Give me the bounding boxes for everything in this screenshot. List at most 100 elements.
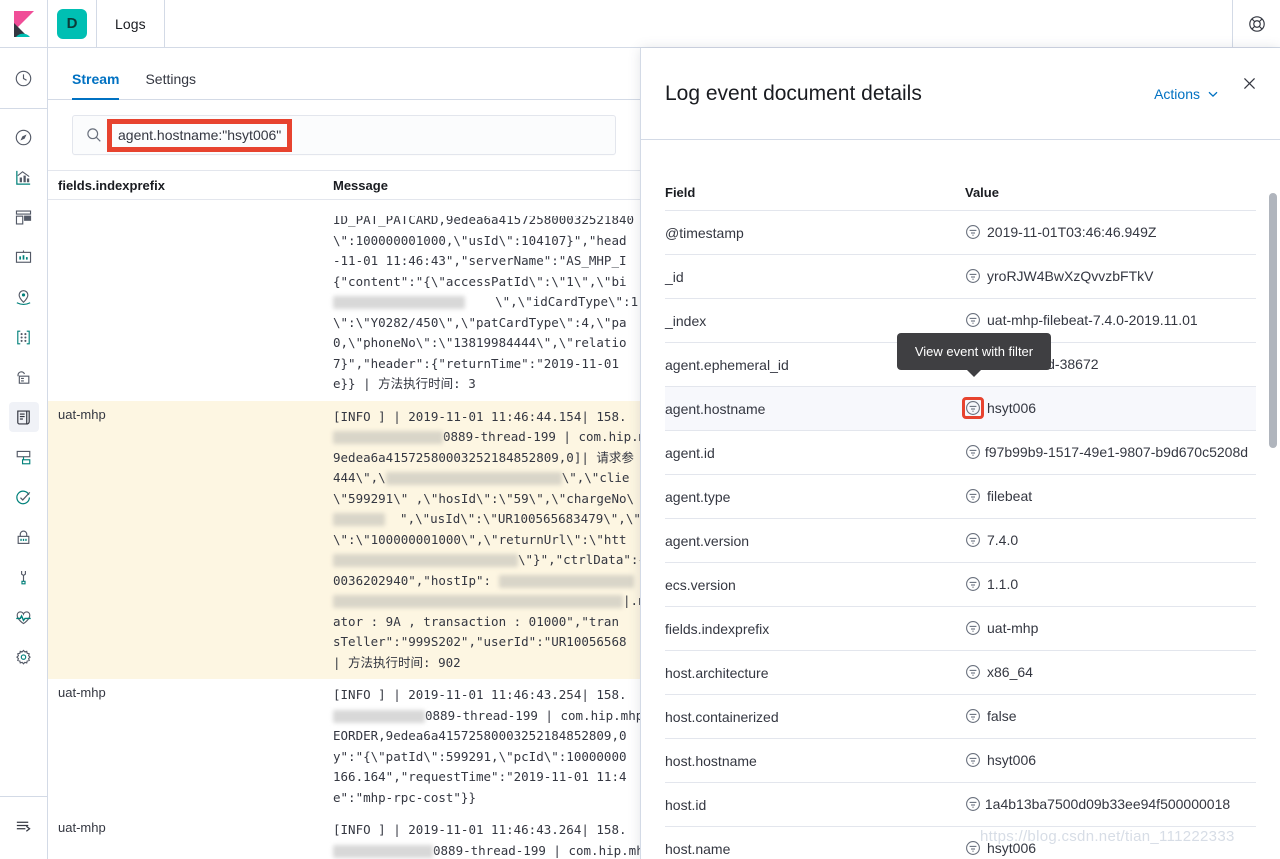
table-row[interactable]: host.containerized false xyxy=(665,694,1256,739)
chevron-down-icon xyxy=(1206,87,1220,101)
sidebar-item-monitoring[interactable] xyxy=(0,597,48,637)
log-entry-row[interactable]: ID_PAT_PATCARD,9edea6a415725800032521840… xyxy=(48,216,640,401)
view-event-with-filter-icon[interactable] xyxy=(965,224,981,240)
view-event-with-filter-icon[interactable] xyxy=(965,796,981,812)
sidebar-item-management[interactable] xyxy=(0,637,48,677)
table-row[interactable]: agent.hostname hsyt006 xyxy=(665,386,1256,431)
tab-stream[interactable]: Stream xyxy=(72,71,120,100)
field-name: host.architecture xyxy=(665,650,965,695)
view-event-with-filter-icon[interactable] xyxy=(965,620,981,636)
redacted-block xyxy=(385,472,562,485)
search-row: agent.hostname:"hsyt006" xyxy=(48,100,640,170)
field-value: false xyxy=(987,708,1017,724)
table-row[interactable]: host.architecture x86_64 xyxy=(665,650,1256,695)
search-query-value[interactable]: agent.hostname:"hsyt006" xyxy=(106,118,293,152)
app-title-breadcrumb[interactable]: Logs xyxy=(97,0,165,48)
compass-icon xyxy=(9,122,39,152)
sidebar-item-canvas[interactable] xyxy=(0,237,48,277)
table-row[interactable]: host.id 1a4b13ba7500d09b33ee94f500000018 xyxy=(665,782,1256,827)
field-name: host.name xyxy=(665,826,965,859)
space-avatar-button[interactable]: D xyxy=(48,0,97,48)
log-entries-list[interactable]: ID_PAT_PATCARD,9edea6a415725800032521840… xyxy=(48,216,640,859)
log-entry-message: [INFO ] | 2019-11-01 11:46:44.154| 158. … xyxy=(333,408,640,670)
sidebar-item-visualize[interactable] xyxy=(0,157,48,197)
close-icon xyxy=(1242,76,1257,91)
kibana-home-link[interactable] xyxy=(0,0,48,48)
log-entry-indexprefix: uat-mhp xyxy=(58,685,106,700)
value-with-filter: uat-mhp xyxy=(965,618,1256,639)
field-value-cell: 1.1.0 xyxy=(965,562,1256,607)
sidebar-item-apm[interactable] xyxy=(0,437,48,477)
table-row[interactable]: _id yroRJW4BwXzQvvzbFTkV xyxy=(665,254,1256,299)
table-row[interactable]: host.hostname hsyt006 xyxy=(665,738,1256,783)
table-row[interactable]: agent.version 7.4.0 xyxy=(665,518,1256,563)
sidebar-item-siem[interactable] xyxy=(0,517,48,557)
sidebar-item-discover[interactable] xyxy=(0,117,48,157)
table-row[interactable]: agent.type filebeat xyxy=(665,474,1256,519)
view-event-with-filter-icon[interactable] xyxy=(965,840,981,856)
view-event-with-filter-icon[interactable] xyxy=(965,312,981,328)
table-row[interactable]: agent.id f97b99b9-1517-49e1-9807-b9d670c… xyxy=(665,430,1256,475)
sidebar-item-maps[interactable] xyxy=(0,277,48,317)
sidebar-item-logs[interactable] xyxy=(0,397,48,437)
close-button[interactable] xyxy=(1238,72,1260,94)
collapse-nav-button[interactable] xyxy=(0,805,48,845)
dashboard-icon xyxy=(9,202,39,232)
field-value: x86_64 xyxy=(987,664,1033,680)
document-fields-table: Field Value @timestamp 2019-11-01T03:46:… xyxy=(665,141,1256,859)
fields-scroll-area[interactable]: Field Value @timestamp 2019-11-01T03:46:… xyxy=(641,141,1280,859)
field-value: hsyt006 xyxy=(987,400,1037,416)
redacted-block xyxy=(498,574,634,588)
view-event-with-filter-icon[interactable] xyxy=(965,576,981,592)
lock-icon xyxy=(9,522,39,552)
sidebar-item-dev-tools[interactable] xyxy=(0,557,48,597)
table-row[interactable]: fields.indexprefix uat-mhp xyxy=(665,606,1256,651)
page-title: Logs xyxy=(115,15,146,32)
table-row[interactable]: @timestamp 2019-11-01T03:46:46.949Z xyxy=(665,210,1256,255)
sidebar-item-dashboard[interactable] xyxy=(0,197,48,237)
field-value-cell: hsyt006 xyxy=(962,386,1256,431)
value-with-filter: hsyt006 xyxy=(962,397,1256,419)
flyout-scrollbar-thumb[interactable] xyxy=(1269,193,1277,448)
tab-settings[interactable]: Settings xyxy=(145,71,196,99)
field-value: 2019-11-01T03:46:46.949Z xyxy=(987,224,1157,240)
actions-label: Actions xyxy=(1154,85,1200,102)
view-event-with-filter-icon[interactable] xyxy=(965,488,981,504)
table-row[interactable]: ecs.version 1.1.0 xyxy=(665,562,1256,607)
column-header-indexprefix[interactable]: fields.indexprefix xyxy=(48,178,318,193)
search-input[interactable]: agent.hostname:"hsyt006" xyxy=(72,115,616,155)
redacted-block xyxy=(333,595,623,608)
log-entry-row[interactable]: uat-mhp [INFO ] | 2019-11-01 11:46:43.26… xyxy=(48,814,640,859)
sidebar-item-infrastructure[interactable] xyxy=(0,357,48,397)
view-event-with-filter-icon[interactable] xyxy=(965,708,981,724)
field-value: 7.4.0 xyxy=(987,532,1019,548)
field-value-cell: 2019-11-01T03:46:46.949Z xyxy=(965,210,1256,255)
field-value: 1.1.0 xyxy=(987,576,1019,592)
clock-icon xyxy=(9,63,39,93)
sidebar-item-recently-viewed[interactable] xyxy=(0,58,48,98)
log-entry-row[interactable]: uat-mhp [INFO ] | 2019-11-01 11:46:43.25… xyxy=(48,679,640,814)
view-event-with-filter-icon[interactable] xyxy=(965,444,981,460)
column-header-message[interactable]: Message xyxy=(318,178,640,193)
log-entry-row[interactable]: uat-mhp [INFO ] | 2019-11-01 11:46:44.15… xyxy=(48,400,640,679)
field-name: host.containerized xyxy=(665,694,965,739)
help-menu-button[interactable] xyxy=(1232,0,1280,48)
kibana-logo-icon xyxy=(12,10,36,37)
value-with-filter: x86_64 xyxy=(965,662,1256,683)
view-event-with-filter-icon[interactable] xyxy=(965,664,981,680)
log-entry-message: [INFO ] | 2019-11-01 11:46:43.254| 158. … xyxy=(333,687,640,805)
sidebar-item-uptime[interactable] xyxy=(0,477,48,517)
bar-chart-icon xyxy=(9,162,39,192)
header-spacer xyxy=(165,0,1232,48)
view-event-with-filter-icon[interactable] xyxy=(965,532,981,548)
view-event-with-filter-icon[interactable] xyxy=(965,268,981,284)
view-event-with-filter-icon[interactable] xyxy=(965,752,981,768)
field-value: uat-mhp xyxy=(987,620,1039,636)
log-entry-message: [INFO ] | 2019-11-01 11:46:43.264| 158. … xyxy=(333,822,640,858)
help-lifebuoy-icon xyxy=(1248,15,1266,33)
apm-icon xyxy=(9,442,39,472)
field-value-cell: 1a4b13ba7500d09b33ee94f500000018 xyxy=(965,782,1256,827)
view-event-with-filter-icon[interactable] xyxy=(962,397,984,419)
sidebar-item-machine-learning[interactable] xyxy=(0,317,48,357)
nav-group-collapse xyxy=(0,796,48,859)
